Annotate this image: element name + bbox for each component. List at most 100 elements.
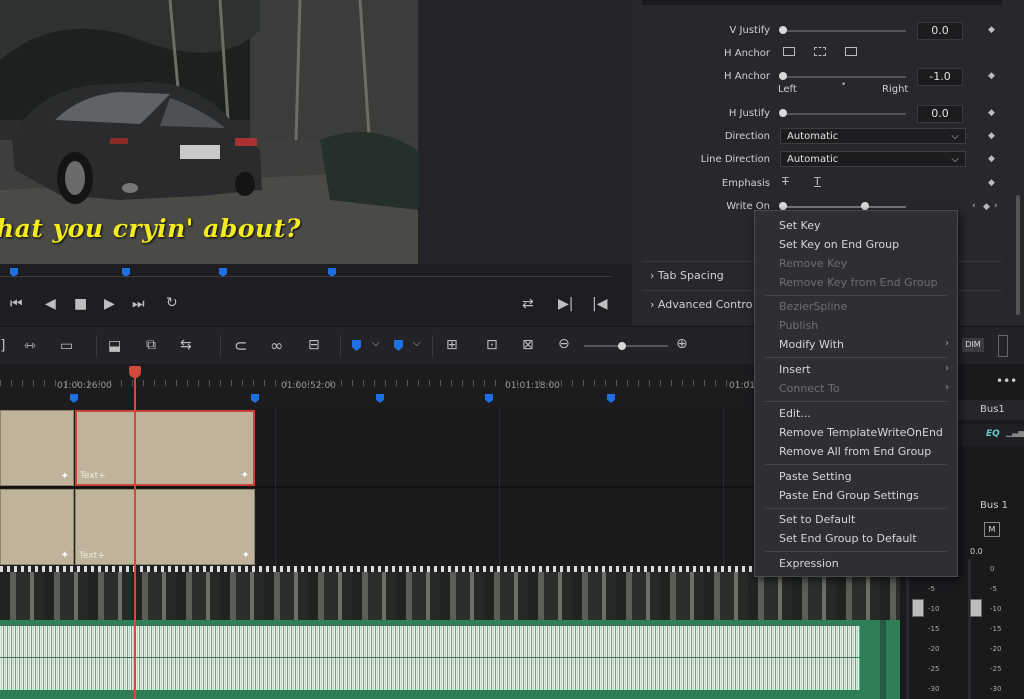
timeline-marker[interactable]	[485, 394, 493, 403]
insert-clip-icon[interactable]: ⬓	[108, 338, 121, 354]
anchor-left-icon[interactable]	[783, 47, 795, 56]
anchor-center-icon[interactable]	[814, 47, 826, 56]
zoom-slider[interactable]	[584, 345, 668, 347]
playhead-handle[interactable]	[129, 366, 141, 378]
v-justify-slider[interactable]	[782, 30, 906, 32]
menu-item-insert[interactable]: Insert	[779, 363, 811, 376]
keyframe-icon[interactable]: ◆	[988, 108, 995, 118]
play-icon[interactable]: ▶	[104, 296, 115, 312]
snapping-icon[interactable]: ⊂	[234, 336, 247, 355]
mark-in-icon[interactable]: ▶|	[558, 296, 573, 312]
timeline-marker[interactable]	[70, 394, 78, 403]
overwrite-clip-icon[interactable]: ⧉	[146, 337, 156, 353]
h-anchor-slider[interactable]	[782, 76, 906, 78]
keyframe-icon[interactable]: ◆	[988, 178, 995, 188]
h-justify-slider-handle[interactable]	[779, 109, 787, 117]
text-clip-selected[interactable]: Text+ ✦	[75, 410, 255, 486]
menu-item-remove-key-from-end-group[interactable]: Remove Key from End Group	[779, 276, 938, 289]
zoom-custom-icon[interactable]: ⊠	[522, 337, 534, 353]
chevron-down-icon[interactable]: ⌵	[413, 338, 421, 349]
loop-icon[interactable]: ↻	[166, 295, 178, 311]
text-clip[interactable]: ✦	[0, 489, 74, 565]
timeline-marker[interactable]	[376, 394, 384, 403]
zoom-out-icon[interactable]: ⊖	[558, 336, 570, 352]
meter-toggle-icon[interactable]	[998, 335, 1008, 357]
fader-handle[interactable]	[912, 599, 924, 617]
write-on-label: Write On	[726, 201, 770, 212]
match-frame-icon[interactable]: ⇄	[522, 296, 534, 312]
menu-item-remove-all-end-group[interactable]: Remove All from End Group	[779, 445, 931, 458]
line-direction-dropdown[interactable]: Automatic ⌵	[780, 151, 966, 167]
write-on-start-handle[interactable]	[779, 202, 787, 210]
dim-button[interactable]: DIM	[962, 338, 984, 352]
audio-scrollbar[interactable]	[880, 620, 886, 699]
fader-handle[interactable]	[970, 599, 982, 617]
menu-item-set-key-on-end-group[interactable]: Set Key on End Group	[779, 238, 899, 251]
menu-item-connect-to[interactable]: Connect To	[779, 382, 840, 395]
anchor-right-icon[interactable]	[845, 47, 857, 56]
prev-keyframe-icon[interactable]: ‹	[972, 201, 976, 211]
dynamic-trim-icon[interactable]: ⇿	[24, 338, 36, 354]
zoom-detail-icon[interactable]: ⊡	[486, 337, 498, 353]
menu-separator	[765, 357, 947, 358]
h-anchor-slider-handle[interactable]	[779, 72, 787, 80]
timeline-marker[interactable]	[251, 394, 259, 403]
replace-clip-icon[interactable]: ⇆	[180, 337, 192, 353]
stop-icon[interactable]: ■	[74, 296, 87, 312]
keyframe-icon[interactable]: ◆	[988, 154, 995, 164]
menu-item-set-key[interactable]: Set Key	[779, 219, 821, 232]
menu-item-bezierspline[interactable]: BezierSpline	[779, 300, 847, 313]
next-keyframe-icon[interactable]: ›	[994, 201, 998, 211]
eq-slot[interactable]: EQ ▁▃▅	[958, 424, 1024, 446]
go-to-end-icon[interactable]: ⏭	[132, 296, 145, 312]
blade-tool-icon[interactable]: ▭	[60, 338, 73, 354]
trim-tool-icon[interactable]: ]	[0, 338, 5, 354]
inspector-scrollbar[interactable]	[1016, 195, 1020, 315]
play-reverse-icon[interactable]: ◀	[45, 296, 56, 312]
text-clip[interactable]: Text+ ✦	[75, 489, 255, 565]
flag-icon[interactable]	[352, 340, 361, 351]
mark-out-icon[interactable]: |◀	[592, 296, 607, 312]
keyframe-icon[interactable]: ◆	[988, 25, 995, 35]
playhead[interactable]	[134, 366, 136, 699]
submenu-arrow-icon: ›	[945, 382, 949, 393]
v-justify-value[interactable]: 0.0	[917, 22, 963, 40]
zoom-slider-handle[interactable]	[618, 342, 626, 350]
advanced-controls-section[interactable]: › Advanced Contro	[650, 298, 752, 311]
text-clip[interactable]: ✦	[0, 410, 74, 486]
keyframe-icon[interactable]: ◆	[988, 131, 995, 141]
menu-item-paste-setting[interactable]: Paste Setting	[779, 470, 852, 483]
h-anchor-value[interactable]: -1.0	[917, 68, 963, 86]
menu-item-modify-with[interactable]: Modify With	[779, 338, 844, 351]
direction-dropdown[interactable]: Automatic ⌵	[780, 128, 966, 144]
menu-item-paste-end-group-settings[interactable]: Paste End Group Settings	[779, 489, 919, 502]
link-icon[interactable]: ∞	[270, 336, 283, 355]
v-justify-slider-handle[interactable]	[779, 26, 787, 34]
timeline-marker[interactable]	[607, 394, 615, 403]
menu-item-set-to-default[interactable]: Set to Default	[779, 513, 855, 526]
marker-icon[interactable]	[394, 340, 403, 351]
write-on-end-handle[interactable]	[861, 202, 869, 210]
tab-spacing-section[interactable]: › Tab Spacing	[650, 269, 724, 282]
h-justify-value[interactable]: 0.0	[917, 105, 963, 123]
more-options-icon[interactable]: •••	[996, 374, 1017, 388]
scrub-bar[interactable]	[0, 276, 612, 277]
menu-item-expression[interactable]: Expression	[779, 557, 839, 570]
h-justify-slider[interactable]	[782, 113, 906, 115]
menu-item-remove-template[interactable]: Remove TemplateWriteOnEnd	[779, 426, 943, 439]
menu-item-publish[interactable]: Publish	[779, 319, 818, 332]
mute-button[interactable]: M	[984, 522, 1000, 537]
keyframe-icon[interactable]: ◆	[983, 202, 990, 212]
menu-item-edit[interactable]: Edit...	[779, 407, 811, 420]
lock-icon[interactable]: ⊟	[308, 337, 320, 353]
keyframe-icon[interactable]: ◆	[988, 71, 995, 81]
underline-icon[interactable]: T	[814, 175, 821, 188]
zoom-in-icon[interactable]: ⊕	[676, 336, 688, 352]
go-to-start-icon[interactable]: ⏮	[10, 296, 23, 312]
zoom-full-icon[interactable]: ⊞	[446, 337, 458, 353]
write-on-range[interactable]	[782, 206, 906, 208]
menu-item-set-end-group-to-default[interactable]: Set End Group to Default	[779, 532, 917, 545]
menu-item-remove-key[interactable]: Remove Key	[779, 257, 847, 270]
chevron-down-icon[interactable]: ⌵	[372, 338, 380, 349]
strikethrough-icon[interactable]: T	[782, 175, 789, 188]
